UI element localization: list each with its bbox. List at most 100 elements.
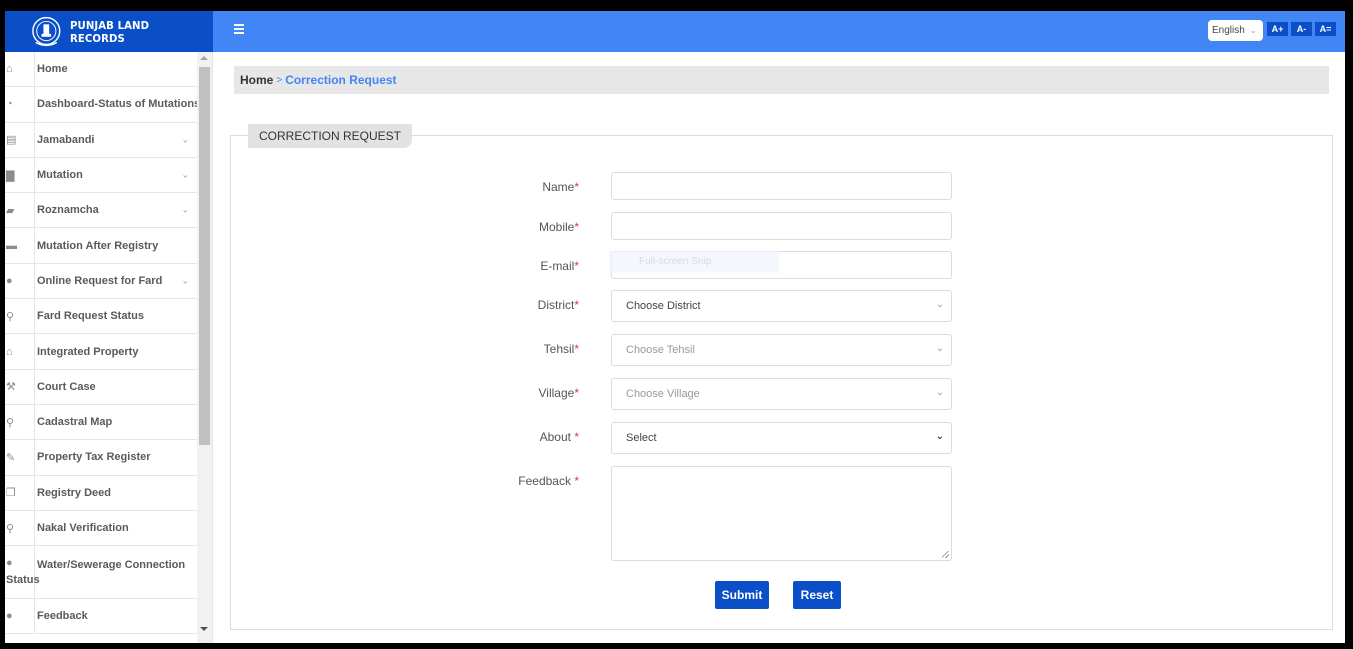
sidebar-scrollbar[interactable]	[197, 52, 212, 643]
required-mark: *	[574, 386, 579, 400]
chevron-down-icon: ⌄	[935, 387, 944, 398]
comments-icon: ●	[6, 610, 13, 623]
app-title: PUNJAB LAND RECORDS	[69, 18, 149, 45]
file-icon: ▇	[6, 169, 15, 182]
sidebar-item-nakal-verification[interactable]: ⚲ Nakal Verification	[5, 510, 197, 547]
sidebar-item-fard-request-status[interactable]: ⚲ Fard Request Status	[5, 299, 197, 335]
sidebar-item-label: Registry Deed	[37, 486, 111, 499]
top-bar: English ⌄ A+ A- A=	[213, 11, 1345, 52]
sidebar-item-integrated-property[interactable]: ⌂ Integrated Property	[5, 334, 197, 370]
tehsil-select[interactable]: Choose Tehsil ⌄	[611, 334, 952, 366]
chevron-down-icon[interactable]: ⌄	[181, 275, 189, 286]
breadcrumb: Home > Correction Request	[234, 66, 1329, 94]
sidebar-item-label: Mutation After Registry	[37, 239, 159, 252]
mobile-input[interactable]	[611, 212, 952, 240]
gavel-icon: ⚒	[6, 381, 16, 394]
briefcase-icon: ▬	[6, 239, 17, 252]
breadcrumb-home-link[interactable]: Home	[240, 73, 273, 87]
required-mark: *	[574, 430, 579, 444]
breadcrumb-current: Correction Request	[285, 73, 397, 87]
sidebar-item-label: Mutation	[37, 169, 83, 182]
sidebar-item-label: Integrated Property	[37, 345, 139, 358]
state-emblem-icon	[32, 16, 61, 46]
sidebar-nav: ⌂ Home ◔ Dashboard-Status of Mutations ▤ Jama…	[5, 52, 213, 643]
hamburger-icon[interactable]	[234, 24, 244, 34]
font-decrease-button[interactable]: A-	[1291, 22, 1312, 36]
sidebar-item-court-case[interactable]: ⚒ Court Case	[5, 369, 197, 405]
sidebar-item-label-continued: Status	[6, 574, 40, 587]
sidebar-item-water-sewerage-connection[interactable]: ● Water/Sewerage Connection Status	[5, 546, 197, 600]
sidebar-item-mutation-after-registry[interactable]: ▬ Mutation After Registry	[5, 228, 197, 264]
brand-header[interactable]: PUNJAB LAND RECORDS	[5, 11, 213, 52]
reset-button[interactable]: Reset	[793, 581, 841, 609]
sidebar-item-label: Cadastral Map	[37, 416, 113, 429]
font-increase-button[interactable]: A+	[1267, 22, 1288, 36]
village-select[interactable]: Choose Village ⌄	[611, 378, 952, 410]
chevron-down-icon[interactable]: ⌄	[181, 170, 189, 181]
language-select[interactable]: English ⌄	[1208, 20, 1263, 41]
chevron-down-icon: ⌄	[935, 431, 944, 442]
sidebar-item-label: Roznamcha	[37, 204, 99, 217]
sidebar-item-label: Property Tax Register	[37, 451, 151, 464]
sidebar-item-label: Water/Sewerage Connection	[37, 559, 186, 572]
sidebar-item-mutation[interactable]: ▇ Mutation ⌄	[5, 157, 197, 194]
font-reset-button[interactable]: A=	[1315, 22, 1336, 36]
home-icon: ⌂	[6, 63, 13, 76]
drop-icon: ●	[6, 274, 13, 287]
sidebar-item-label: Nakal Verification	[37, 522, 129, 534]
email-label: E-mail*	[540, 259, 579, 273]
dashboard-icon: ◔	[6, 98, 13, 111]
district-label: District*	[537, 298, 579, 312]
submit-button[interactable]: Submit	[715, 581, 769, 609]
sidebar-item-label: Dashboard-Status of Mutations	[37, 98, 201, 111]
sidebar-item-jamabandi[interactable]: ▤ Jamabandi ⌄	[5, 122, 197, 158]
breadcrumb-separator: >	[276, 74, 283, 86]
sidebar-item-online-request-for-fard[interactable]: ● Online Request for Fard ⌄	[5, 263, 197, 300]
resize-handle-icon[interactable]	[942, 551, 949, 558]
district-select[interactable]: Choose District ⌄	[611, 290, 952, 322]
chevron-down-icon[interactable]: ⌄	[181, 134, 189, 145]
browser-viewport: PUNJAB LAND RECORDS English ⌄ A+ A- A= ⌂…	[5, 11, 1345, 643]
feedback-textarea[interactable]	[611, 466, 952, 561]
chevron-down-icon[interactable]: ⌄	[181, 205, 189, 216]
snip-tooltip-overlay: Full-screen Snip	[609, 251, 779, 273]
about-select[interactable]: Select ⌄	[611, 422, 952, 454]
scroll-up-arrow-icon[interactable]	[200, 56, 208, 60]
book-icon: ▰	[6, 204, 15, 217]
sidebar-item-cadastral-map[interactable]: ⚲ Cadastral Map	[5, 404, 197, 441]
sidebar-item-label: Court Case	[37, 380, 96, 393]
required-mark: *	[574, 220, 579, 234]
required-mark: *	[574, 259, 579, 273]
sidebar-item-roznamcha[interactable]: ▰ Roznamcha ⌄	[5, 193, 197, 229]
village-selected: Choose Village	[626, 388, 700, 400]
map-marker-icon: ⚲	[6, 416, 15, 429]
tehsil-label: Tehsil*	[543, 342, 579, 356]
chevron-down-icon: ⌄	[935, 299, 944, 310]
sidebar-item-dashboard-status-of-mutations[interactable]: ◔ Dashboard-Status of Mutations	[5, 87, 201, 123]
copy-icon: ❐	[6, 487, 16, 500]
sidebar-item-registry-deed[interactable]: ❐ Registry Deed	[5, 475, 197, 511]
sidebar-item-label: Online Request for Fard	[37, 274, 163, 287]
district-selected: Choose District	[626, 300, 701, 312]
bank-icon: ⌂	[6, 345, 13, 358]
required-mark: *	[574, 298, 579, 312]
required-mark: *	[574, 342, 579, 356]
language-value: English	[1212, 25, 1245, 36]
scroll-down-arrow-icon[interactable]	[200, 627, 208, 631]
village-label: Village*	[538, 386, 579, 400]
edit-icon: ✎	[6, 451, 16, 464]
panel-legend: CORRECTION REQUEST	[248, 124, 413, 148]
name-label: Name*	[542, 180, 579, 194]
name-input[interactable]	[611, 172, 952, 200]
sidebar-item-feedback[interactable]: ● Feedback	[5, 599, 197, 635]
about-selected: Select	[626, 432, 657, 444]
sidebar-item-property-tax-register[interactable]: ✎ Property Tax Register	[5, 440, 197, 476]
mobile-label: Mobile*	[538, 220, 579, 234]
sidebar-item-label: Fard Request Status	[37, 310, 144, 323]
scrollbar-thumb[interactable]	[199, 67, 210, 445]
search-icon: ⚲	[6, 310, 15, 323]
sidebar-item-home[interactable]: ⌂ Home	[5, 52, 197, 88]
tehsil-selected: Choose Tehsil	[626, 344, 695, 356]
feedback-label: Feedback *	[518, 474, 579, 488]
search-icon: ⚲	[6, 522, 15, 535]
